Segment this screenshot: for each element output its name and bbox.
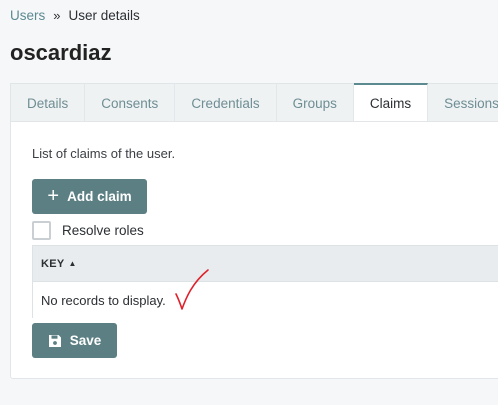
column-header-key[interactable]: KEY ▲ — [41, 258, 77, 270]
save-button[interactable]: Save — [32, 323, 117, 358]
claims-description: List of claims of the user. — [32, 146, 176, 161]
floppy-disk-icon — [48, 334, 61, 347]
table-header: KEY ▲ — [33, 246, 498, 282]
plus-icon: + — [47, 184, 60, 207]
save-label: Save — [69, 333, 102, 348]
checkmark-annotation — [175, 269, 209, 310]
breadcrumb-users-link[interactable]: Users — [10, 8, 45, 23]
tab-claims[interactable]: Claims — [353, 83, 429, 122]
claims-table: KEY ▲ No records to display. — [32, 245, 498, 318]
table-empty-message: No records to display. — [33, 282, 498, 318]
breadcrumb: Users » User details — [10, 8, 140, 23]
tab-groups[interactable]: Groups — [276, 83, 354, 122]
add-claim-button[interactable]: + Add claim — [32, 179, 147, 214]
tab-credentials[interactable]: Credentials — [175, 83, 277, 122]
tab-bar: Details Consents Credentials Groups Clai… — [10, 83, 498, 122]
breadcrumb-current: User details — [68, 8, 140, 23]
column-key-label: KEY — [41, 257, 65, 270]
resolve-roles-row: Resolve roles — [32, 221, 144, 240]
tab-sessions[interactable]: Sessions — [428, 83, 498, 122]
resolve-roles-checkbox[interactable] — [32, 221, 51, 240]
tab-details[interactable]: Details — [10, 83, 86, 122]
page-title: oscardiaz — [10, 40, 112, 65]
add-claim-label: Add claim — [67, 189, 132, 204]
breadcrumb-separator: » — [53, 8, 61, 23]
tab-consents[interactable]: Consents — [85, 83, 176, 122]
claims-panel: List of claims of the user. + Add claim … — [10, 121, 498, 379]
sort-asc-icon: ▲ — [68, 259, 77, 268]
resolve-roles-label: Resolve roles — [62, 223, 144, 238]
